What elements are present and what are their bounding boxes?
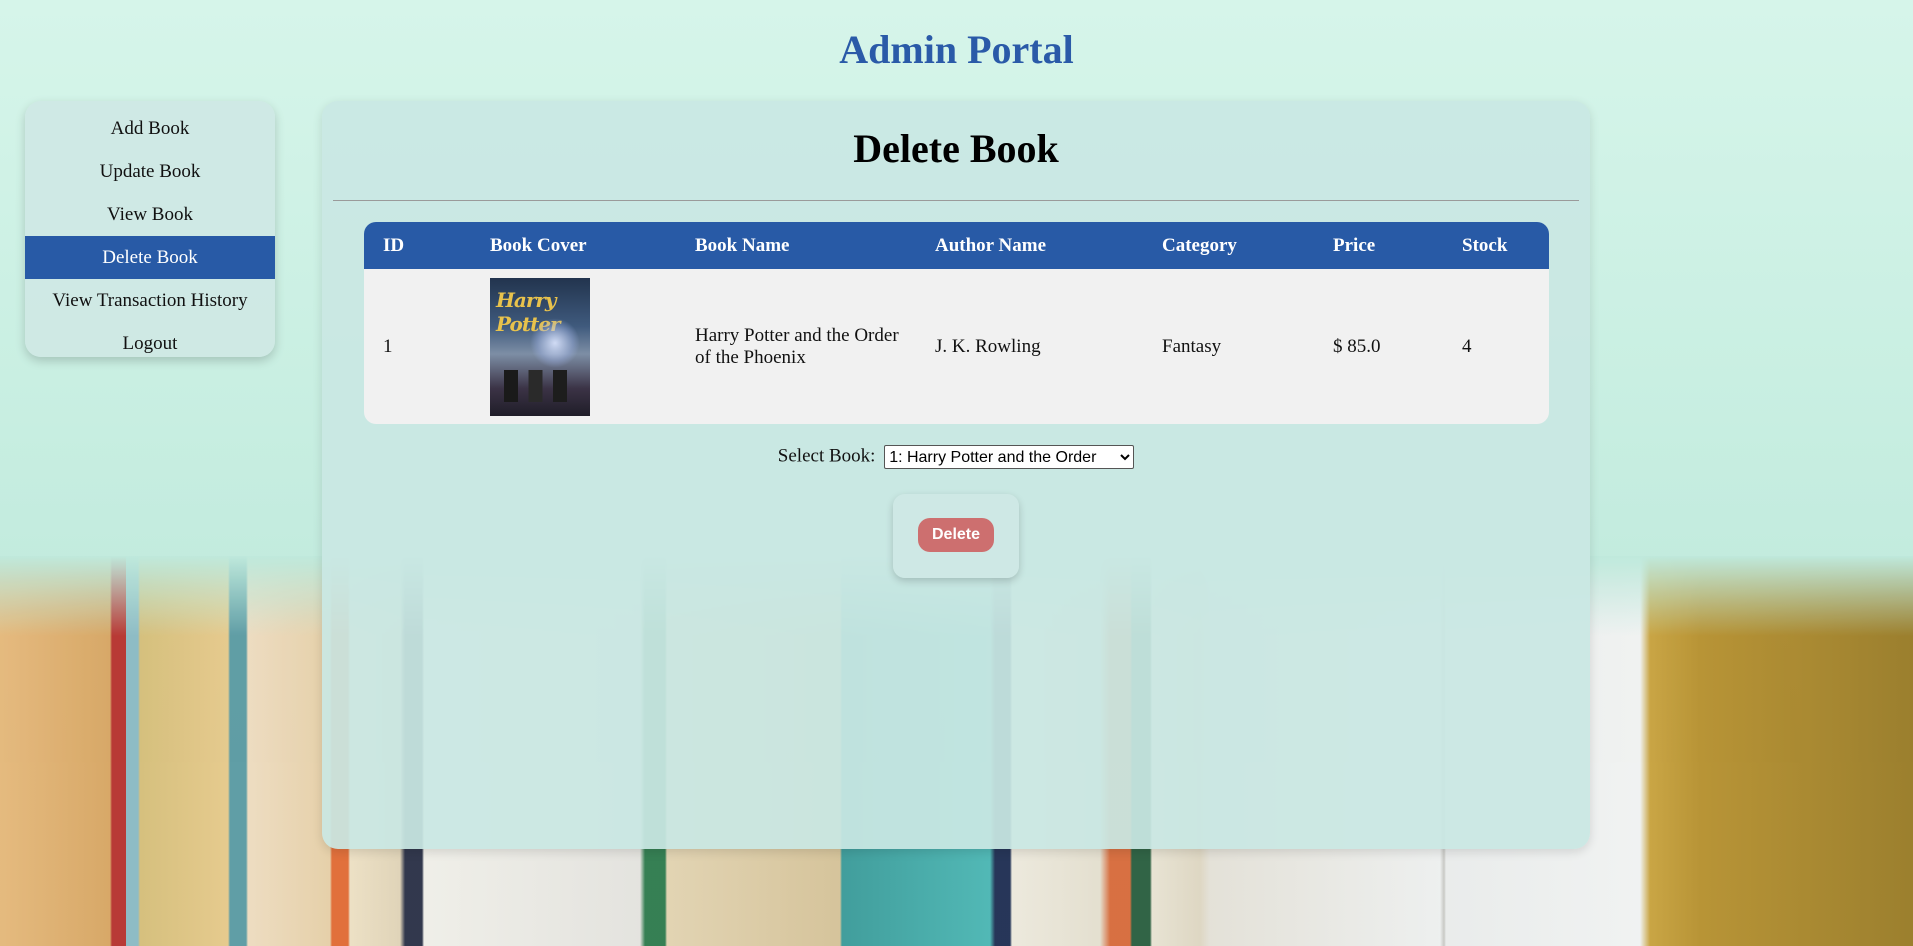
sidebar-item-logout[interactable]: Logout: [25, 322, 275, 365]
section-title: Delete Book: [853, 126, 1059, 171]
sidebar-item-add-book[interactable]: Add Book: [25, 107, 275, 150]
cell-category: Fantasy: [1162, 335, 1222, 357]
column-header-stock: Stock: [1462, 234, 1508, 256]
cell-author-name: J. K. Rowling: [935, 335, 1041, 357]
book-cover-image: Harry Potter: [490, 277, 590, 416]
divider: [333, 200, 1579, 201]
column-header-category: Category: [1162, 234, 1237, 256]
cell-book-cover: Harry Potter: [471, 277, 676, 416]
books-table: ID Book Cover Book Name Author Name Cate…: [364, 222, 1549, 424]
select-book-row: Select Book: 1: Harry Potter and the Ord…: [322, 445, 1590, 469]
page-title: Admin Portal: [839, 27, 1074, 72]
table-header: ID Book Cover Book Name Author Name Cate…: [364, 222, 1549, 269]
column-header-price: Price: [1333, 234, 1376, 256]
select-book-dropdown[interactable]: 1: Harry Potter and the Order: [884, 445, 1135, 469]
column-header-id: ID: [383, 234, 405, 256]
sidebar-item-update-book[interactable]: Update Book: [25, 150, 275, 193]
column-header-book-name: Book Name: [695, 234, 790, 256]
cover-figures: [504, 369, 574, 402]
table-row: 1 Harry Potter Harry Potter and the Orde…: [364, 269, 1549, 424]
sidebar-item-view-transaction-history[interactable]: View Transaction History: [25, 279, 275, 322]
sidebar-item-delete-book[interactable]: Delete Book: [25, 236, 275, 279]
column-header-author-name: Author Name: [935, 234, 1047, 256]
select-book-label: Select Book:: [777, 445, 876, 467]
cell-id: 1: [383, 335, 393, 357]
delete-button-container: Delete: [893, 494, 1019, 578]
cover-glow: [530, 317, 580, 368]
cell-book-name: Harry Potter and the Order of the Phoeni…: [695, 324, 899, 368]
cell-price: $ 85.0: [1333, 335, 1381, 357]
main-panel: Delete Book ID Book Cover Book Name Auth…: [322, 101, 1590, 849]
sidebar-item-view-book[interactable]: View Book: [25, 193, 275, 236]
column-header-book-cover: Book Cover: [490, 234, 587, 256]
delete-button[interactable]: Delete: [918, 518, 994, 552]
cell-stock: 4: [1462, 335, 1472, 357]
sidebar: Add Book Update Book View Book Delete Bo…: [25, 101, 275, 357]
